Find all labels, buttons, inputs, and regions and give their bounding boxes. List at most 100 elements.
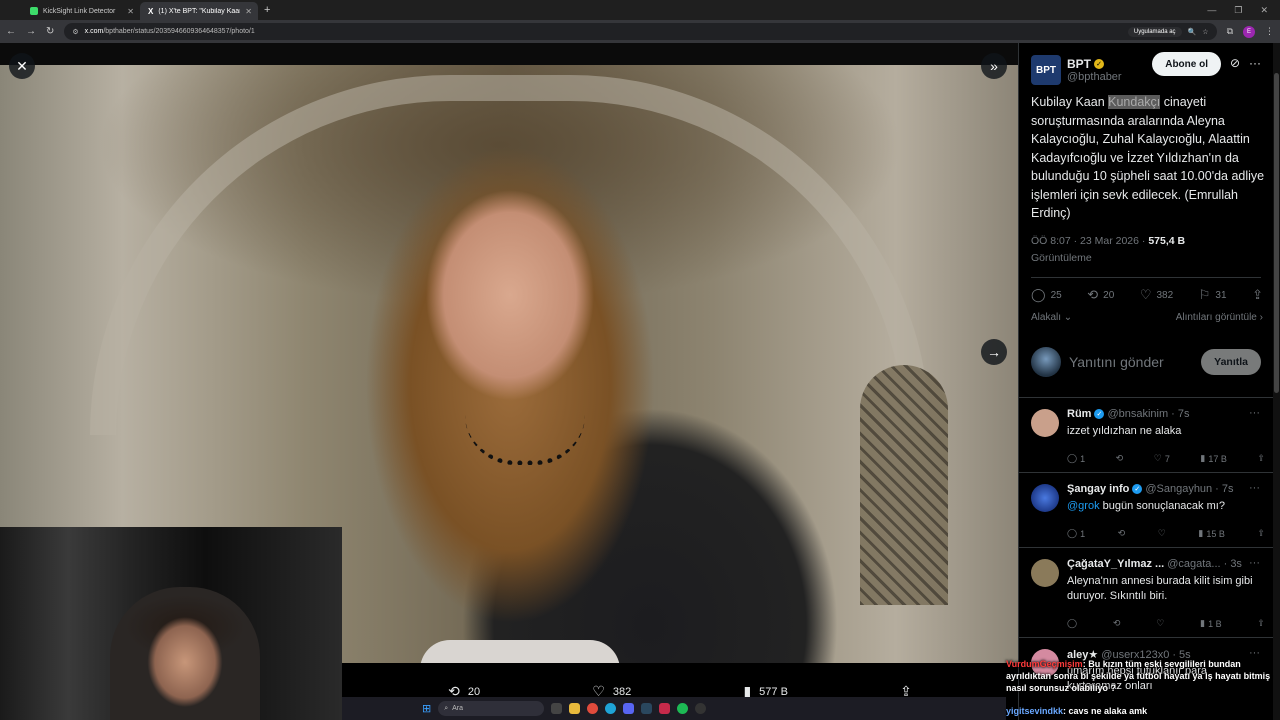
comment-item[interactable]: Rüm ✓ @bnsakinim · 7s ··· izzet yıldızhan n…	[1019, 397, 1273, 472]
site-info-icon[interactable]: ⚙	[72, 28, 78, 36]
more-options-icon[interactable]: ···	[1249, 407, 1260, 419]
maximize-icon[interactable]: ❐	[1234, 5, 1242, 16]
comment-time: · 7s	[1171, 408, 1190, 420]
share-icon[interactable]: ⇪	[1257, 618, 1265, 629]
url-input[interactable]: ⚙ x.com/bpthaber/status/2035946609364648…	[64, 23, 1217, 40]
chrome-icon[interactable]	[587, 703, 599, 714]
comment-avatar[interactable]	[1031, 559, 1059, 587]
sort-dropdown[interactable]: Alakalı ⌄	[1031, 312, 1072, 323]
grok-icon[interactable]: ⊘	[1230, 56, 1240, 70]
subscribe-button[interactable]: Abone ol	[1152, 52, 1221, 76]
steam-icon[interactable]	[641, 703, 653, 714]
mention-link[interactable]: @grok	[1067, 500, 1100, 512]
discord-icon[interactable]	[623, 703, 635, 714]
stream-chat-message: VurdumGeçmişim: Bu kızın tüm eski sevgil…	[1006, 658, 1280, 694]
view-quotes-link[interactable]: Alıntıları görüntüle ›	[1176, 312, 1263, 323]
post-side-panel: BPT BPT ✓ @bpthaber Abone ol ⊘ ··· Kubila…	[1018, 43, 1273, 720]
tab-label: (1) X'te BPT: "Kubilay Kaan Kun	[158, 7, 240, 15]
more-options-icon[interactable]: ···	[1249, 482, 1260, 494]
tab-x-post[interactable]: X (1) X'te BPT: "Kubilay Kaan Kun ✕	[140, 2, 258, 20]
tab-label: KickSight Link Detector	[43, 7, 116, 15]
close-tab-icon[interactable]: ✕	[245, 7, 252, 16]
retweet-icon[interactable]: ⟲	[1113, 618, 1121, 629]
comment-author: ÇağataY_Yılmaz ...	[1067, 558, 1165, 570]
new-tab-icon[interactable]: +	[264, 4, 270, 16]
forward-icon[interactable]: →	[26, 26, 36, 37]
share-icon[interactable]: ⇪	[1257, 528, 1265, 539]
share-icon[interactable]: ⇪	[1257, 453, 1265, 464]
reply-input[interactable]: Yanıtını gönder	[1069, 354, 1201, 370]
retweet-icon: ⟲	[1087, 287, 1099, 302]
bookmark-button[interactable]: ⚐ 31	[1199, 287, 1227, 303]
like-button[interactable]: ♡ 382	[1140, 287, 1173, 303]
reply-submit-button[interactable]: Yanıtla	[1201, 349, 1261, 375]
reload-icon[interactable]: ↻	[46, 26, 54, 37]
reply-icon[interactable]: ◯	[1067, 618, 1077, 629]
spotify-icon[interactable]	[677, 703, 689, 714]
heart-icon[interactable]: ♡	[1156, 618, 1164, 629]
heart-icon[interactable]: ♡ 7	[1154, 453, 1170, 464]
next-photo-button[interactable]: →	[981, 339, 1007, 365]
profile-avatar[interactable]: E	[1243, 25, 1255, 38]
divider	[1031, 277, 1261, 278]
author-avatar[interactable]: BPT	[1031, 55, 1061, 85]
zoom-icon[interactable]: 🔍	[1188, 28, 1197, 36]
more-options-icon[interactable]: ···	[1249, 56, 1261, 70]
windows-taskbar: ⊞ ⌕ Ara	[342, 697, 1006, 720]
back-icon[interactable]: ←	[6, 26, 16, 37]
reply-button[interactable]: ◯ 25	[1031, 287, 1062, 303]
retweet-button[interactable]: ⟲ 20	[1087, 287, 1114, 303]
close-viewer-button[interactable]: ✕	[9, 53, 35, 79]
comment-item[interactable]: Şangay info ✓ @Sangayhun · 7s ··· @grok bug…	[1019, 472, 1273, 547]
reply-icon[interactable]: ◯ 1	[1067, 528, 1085, 539]
taskbar-search[interactable]: ⌕ Ara	[438, 701, 545, 716]
comment-avatar[interactable]	[1031, 409, 1059, 437]
windows-start-icon[interactable]: ⊞	[422, 702, 431, 715]
panel-scrollbar[interactable]	[1273, 43, 1280, 720]
share-button[interactable]: ⇪	[1252, 287, 1263, 303]
explorer-icon[interactable]	[569, 703, 581, 714]
menu-icon[interactable]: ⋮	[1265, 26, 1274, 37]
bookmark-star-icon[interactable]: ☆	[1202, 28, 1208, 36]
extensions-icon[interactable]: ⧉	[1227, 26, 1233, 37]
toolbar-right: ⧉ E ⋮	[1227, 25, 1274, 38]
streamer-figure	[110, 587, 260, 720]
comment-handle: @bnsakinim	[1107, 408, 1169, 420]
comment-avatar[interactable]	[1031, 484, 1059, 512]
address-bar: ← → ↻ ⚙ x.com/bpthaber/status/2035946609…	[0, 20, 1280, 43]
retweet-icon[interactable]: ⟲	[1116, 453, 1124, 464]
close-tab-icon[interactable]: ✕	[127, 7, 134, 16]
comment-author: Şangay info	[1067, 483, 1130, 495]
views-icon[interactable]: ▮ 17 B	[1200, 453, 1226, 464]
gold-verified-icon: ✓	[1094, 59, 1104, 69]
highlighted-text: Kundakçı	[1108, 95, 1161, 109]
author-info[interactable]: BPT ✓ @bpthaber	[1067, 57, 1122, 83]
app-icon[interactable]	[659, 703, 671, 714]
taskview-icon[interactable]	[551, 703, 563, 714]
chevron-down-icon: ⌄	[1063, 312, 1073, 323]
reply-sort-row: Alakalı ⌄ Alıntıları görüntüle ›	[1031, 312, 1263, 323]
reply-icon[interactable]: ◯ 1	[1067, 453, 1085, 464]
close-window-icon[interactable]: ✕	[1260, 5, 1268, 16]
more-options-icon[interactable]: ···	[1249, 557, 1260, 569]
views-icon[interactable]: ▮ 15 B	[1198, 528, 1224, 539]
comment-item[interactable]: ÇağataY_Yılmaz ... @cagata... · 3s ··· Ale…	[1019, 547, 1273, 637]
comment-time: · 3s	[1223, 558, 1242, 570]
scrollbar-thumb[interactable]	[1274, 73, 1279, 393]
minimize-icon[interactable]: —	[1207, 5, 1216, 15]
heart-icon[interactable]: ♡	[1158, 528, 1166, 539]
retweet-icon[interactable]: ⟲	[1118, 528, 1126, 539]
heart-icon: ♡	[1139, 287, 1152, 302]
reply-icon: ◯	[1031, 287, 1046, 302]
edge-icon[interactable]	[605, 703, 617, 714]
expand-panel-button[interactable]: »	[981, 53, 1007, 79]
open-in-app-button[interactable]: Uygulamada aç	[1127, 26, 1182, 37]
tab-kicksight[interactable]: KickSight Link Detector ✕	[22, 2, 140, 20]
comment-handle: @cagata...	[1167, 558, 1221, 570]
search-icon: ⌕	[444, 704, 449, 712]
comment-actions: ◯ 1 ⟲ ♡ ▮ 15 B ⇪	[1067, 528, 1265, 539]
post-time[interactable]: ÖÖ 8:07 · 23 Mar 2026 ·	[1031, 235, 1148, 247]
obs-icon[interactable]	[695, 703, 707, 714]
share-icon: ⇪	[1252, 287, 1263, 302]
views-icon[interactable]: ▮ 1 B	[1200, 618, 1221, 629]
